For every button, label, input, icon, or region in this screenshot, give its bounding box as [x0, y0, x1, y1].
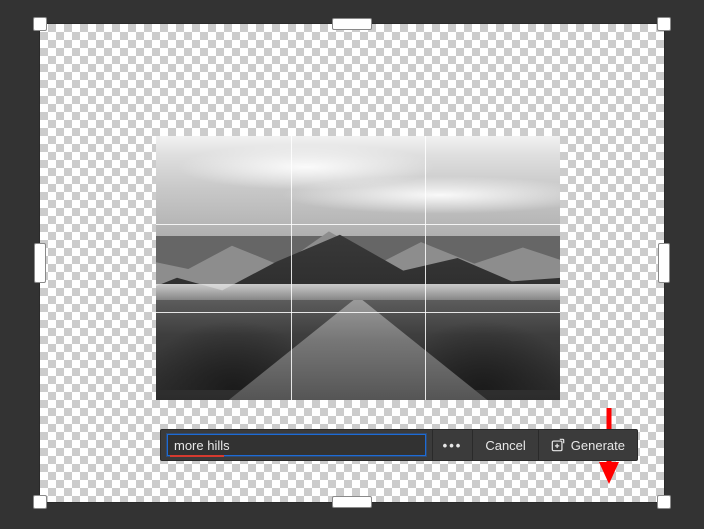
cancel-label: Cancel: [485, 438, 525, 453]
crop-handle-top[interactable]: [332, 18, 372, 30]
canvas-frame[interactable]: ••• Cancel Generate: [40, 24, 664, 502]
cancel-button[interactable]: Cancel: [472, 430, 537, 460]
generate-icon: [551, 438, 565, 452]
prompt-input[interactable]: [167, 434, 426, 456]
crop-handle-top-right[interactable]: [657, 17, 671, 31]
generate-label: Generate: [571, 438, 625, 453]
ellipsis-icon: •••: [443, 438, 463, 453]
crop-handle-bottom-right[interactable]: [657, 495, 671, 509]
crop-handle-left[interactable]: [34, 243, 46, 283]
more-options-button[interactable]: •••: [432, 430, 473, 460]
generate-button[interactable]: Generate: [538, 430, 637, 460]
generative-fill-toolbar: ••• Cancel Generate: [160, 429, 638, 461]
crop-handle-top-left[interactable]: [33, 17, 47, 31]
source-image[interactable]: [156, 136, 560, 400]
crop-handle-right[interactable]: [658, 243, 670, 283]
crop-handle-bottom[interactable]: [332, 496, 372, 508]
crop-handle-bottom-left[interactable]: [33, 495, 47, 509]
